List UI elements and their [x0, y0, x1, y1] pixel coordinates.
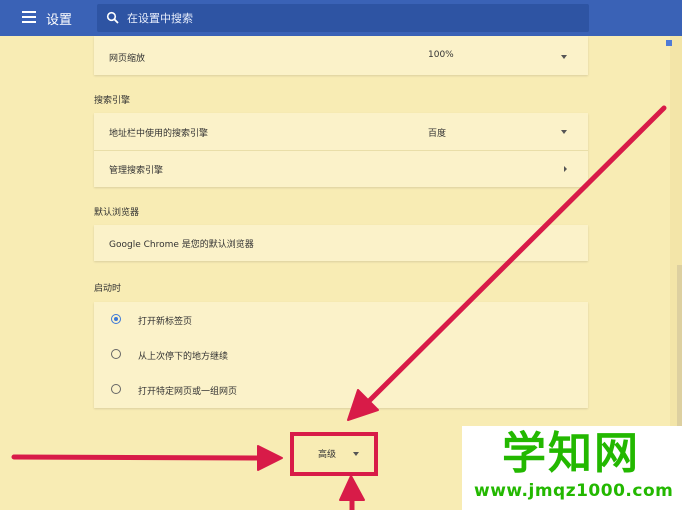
radio-button[interactable] [111, 349, 121, 359]
advanced-label: 高级 [318, 450, 337, 460]
manage-search-engines-row[interactable]: 管理搜索引擎 [94, 151, 588, 187]
chevron-right-icon[interactable] [564, 166, 567, 172]
left-arrow-head [257, 445, 283, 471]
default-browser-heading: 默认浏览器 [94, 208, 140, 218]
page-zoom-card: 网页缩放 100% [94, 36, 588, 75]
page-zoom-label: 网页缩放 [109, 54, 146, 64]
startup-card: 打开新标签页 从上次停下的地方继续 打开特定网页或一组网页 [94, 302, 588, 408]
scroll-up-button[interactable] [666, 40, 672, 46]
watermark-logo: 学知网 [502, 428, 640, 479]
page-zoom-value[interactable]: 100% [428, 50, 454, 60]
radio-button[interactable] [111, 384, 121, 394]
search-engine-heading: 搜索引擎 [94, 96, 131, 106]
startup-heading: 启动时 [94, 284, 122, 294]
chevron-down-icon[interactable] [561, 55, 567, 59]
left-arrow [11, 454, 269, 461]
search-box[interactable] [97, 4, 589, 32]
search-engine-card: 地址栏中使用的搜索引擎 百度 管理搜索引擎 [94, 113, 588, 187]
startup-option-new-tab[interactable]: 打开新标签页 [94, 302, 588, 337]
startup-option-label: 从上次停下的地方继续 [138, 352, 229, 362]
startup-option-label: 打开新标签页 [138, 317, 193, 327]
page-zoom-row[interactable]: 网页缩放 100% [94, 36, 588, 75]
app-header: 设置 [0, 0, 682, 36]
startup-option-specific-pages[interactable]: 打开特定网页或一组网页 [94, 372, 588, 408]
address-bar-engine-label: 地址栏中使用的搜索引擎 [109, 129, 209, 139]
chevron-down-icon [353, 452, 359, 456]
manage-search-engines-label: 管理搜索引擎 [109, 166, 164, 176]
radio-button-selected[interactable] [111, 314, 121, 324]
default-browser-text: Google Chrome 是您的默认浏览器 [109, 240, 254, 250]
chevron-down-icon[interactable] [561, 130, 567, 134]
startup-option-label: 打开特定网页或一组网页 [138, 387, 238, 397]
watermark-url: www.jmqz1000.com [474, 481, 674, 501]
default-browser-card: Google Chrome 是您的默认浏览器 [94, 225, 588, 261]
address-bar-engine-value[interactable]: 百度 [428, 126, 446, 139]
page-title: 设置 [46, 13, 73, 28]
address-bar-engine-row[interactable]: 地址栏中使用的搜索引擎 百度 [94, 113, 588, 150]
search-icon [106, 11, 119, 24]
up-arrow-head [339, 475, 365, 501]
startup-option-continue[interactable]: 从上次停下的地方继续 [94, 337, 588, 372]
search-input[interactable] [127, 10, 567, 26]
menu-icon[interactable] [22, 11, 36, 23]
